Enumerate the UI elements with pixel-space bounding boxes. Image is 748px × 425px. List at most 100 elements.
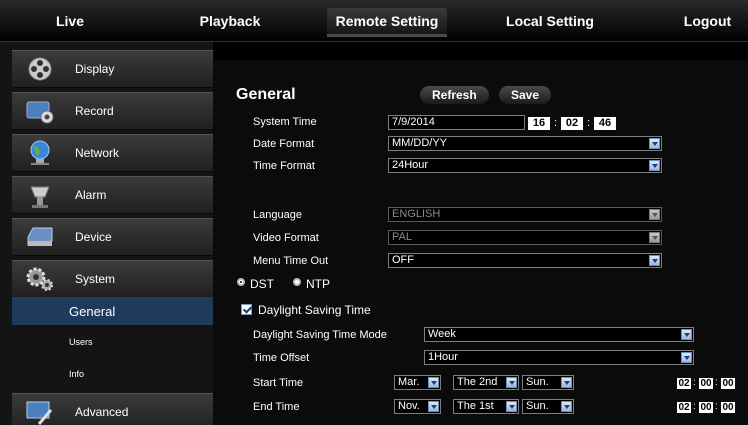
time-colon: : <box>693 401 696 412</box>
sidebar-item-system[interactable]: System <box>12 260 213 298</box>
time-colon: : <box>554 117 558 129</box>
start-time-hour[interactable]: 02 <box>677 378 691 389</box>
start-day-value: Sun. <box>526 376 549 388</box>
chevron-down-icon[interactable] <box>649 138 660 149</box>
sidebar-item-label: Display <box>75 62 115 76</box>
sidebar-item-advanced[interactable]: Advanced <box>12 393 213 425</box>
sidebar-item-display[interactable]: Display <box>12 50 213 88</box>
save-button[interactable]: Save <box>499 86 552 104</box>
daylight-saving-checkbox[interactable] <box>241 304 252 315</box>
video-format-select: PAL <box>388 230 662 245</box>
start-day-select[interactable]: Sun. <box>522 375 574 390</box>
tab-live[interactable]: Live <box>40 8 100 34</box>
language-value: ENGLISH <box>392 208 441 220</box>
end-time-second[interactable]: 00 <box>721 402 735 413</box>
time-colon: : <box>587 117 591 129</box>
start-month-value: Mar. <box>398 376 420 388</box>
end-week-value: The 1st <box>457 400 494 412</box>
end-month-select[interactable]: Nov. <box>394 399 441 414</box>
sidebar-item-device[interactable]: Device <box>12 218 213 256</box>
sidebar-item-label: Record <box>75 104 114 118</box>
dst-radio-label: DST <box>250 277 274 291</box>
sidebar-item-record[interactable]: Record <box>12 92 213 130</box>
menu-timeout-value: OFF <box>392 254 414 266</box>
end-time-minute[interactable]: 00 <box>699 402 713 413</box>
sidebar-subitem-users[interactable]: Users <box>12 328 213 356</box>
time-format-select[interactable]: 24Hour <box>388 158 662 173</box>
time-colon: : <box>715 401 718 412</box>
chevron-down-icon[interactable] <box>428 401 439 412</box>
end-time-hour[interactable]: 02 <box>677 402 691 413</box>
system-time-label: System Time <box>253 116 317 128</box>
main-content: General Refresh Save System Time 7/9/201… <box>213 42 748 425</box>
tab-remote-setting[interactable]: Remote Setting <box>327 8 447 37</box>
end-day-value: Sun. <box>526 400 549 412</box>
sidebar-subitem-label: General <box>69 304 116 319</box>
sidebar-subitem-label: Users <box>69 337 93 347</box>
chevron-down-icon[interactable] <box>506 377 517 388</box>
chevron-down-icon[interactable] <box>561 377 572 388</box>
daylight-saving-label: Daylight Saving Time <box>258 303 371 317</box>
alarm-siren-icon <box>30 186 50 208</box>
globe-network-icon <box>30 140 50 165</box>
sidebar-item-alarm[interactable]: Alarm <box>12 176 213 214</box>
dst-mode-value: Week <box>428 328 456 340</box>
dst-mode-label: Daylight Saving Time Mode <box>253 329 387 341</box>
tab-playback[interactable]: Playback <box>190 8 270 34</box>
sidebar-subitem-info[interactable]: Info <box>12 360 213 388</box>
film-reel-icon <box>28 57 52 81</box>
tab-local-setting[interactable]: Local Setting <box>495 8 605 34</box>
start-week-select[interactable]: The 2nd <box>453 375 519 390</box>
language-label: Language <box>253 209 302 221</box>
time-format-label: Time Format <box>253 160 315 172</box>
dst-mode-select[interactable]: Week <box>424 327 694 342</box>
chevron-down-icon[interactable] <box>649 255 660 266</box>
end-week-select[interactable]: The 1st <box>453 399 519 414</box>
chevron-down-icon[interactable] <box>506 401 517 412</box>
tab-logout[interactable]: Logout <box>675 8 740 34</box>
monitor-tools-icon <box>26 401 53 425</box>
dst-radio[interactable] <box>237 278 245 286</box>
menu-timeout-select[interactable]: OFF <box>388 253 662 268</box>
start-time-second[interactable]: 00 <box>721 378 735 389</box>
refresh-button[interactable]: Refresh <box>420 86 489 104</box>
start-time-minute[interactable]: 00 <box>699 378 713 389</box>
sidebar-subitem-general[interactable]: General <box>12 297 213 325</box>
time-offset-value: 1Hour <box>428 351 458 363</box>
system-time-minute[interactable]: 02 <box>561 117 583 130</box>
chevron-down-icon <box>649 232 660 243</box>
system-time-second[interactable]: 46 <box>594 117 616 130</box>
date-format-value: MM/DD/YY <box>392 137 447 149</box>
end-day-select[interactable]: Sun. <box>522 399 574 414</box>
start-month-select[interactable]: Mar. <box>394 375 441 390</box>
system-time-hour[interactable]: 16 <box>528 117 550 130</box>
chevron-down-icon[interactable] <box>428 377 439 388</box>
end-time-label: End Time <box>253 401 300 413</box>
camera-record-icon <box>26 101 54 124</box>
date-format-select[interactable]: MM/DD/YY <box>388 136 662 151</box>
time-colon: : <box>693 377 696 388</box>
sidebar-item-label: Device <box>75 230 112 244</box>
ntp-radio[interactable] <box>293 278 301 286</box>
video-format-label: Video Format <box>253 232 319 244</box>
system-date-field[interactable]: 7/9/2014 <box>388 115 525 130</box>
chevron-down-icon[interactable] <box>649 160 660 171</box>
language-select: ENGLISH <box>388 207 662 222</box>
hard-drive-icon <box>27 227 53 246</box>
start-week-value: The 2nd <box>457 376 498 388</box>
chevron-down-icon[interactable] <box>561 401 572 412</box>
chevron-down-icon <box>649 209 660 220</box>
sidebar-item-label: Network <box>75 146 120 160</box>
sidebar-item-label: System <box>75 272 116 286</box>
page-title: General <box>236 86 296 103</box>
sidebar-item-network[interactable]: Network <box>12 134 213 172</box>
time-colon: : <box>715 377 718 388</box>
time-offset-select[interactable]: 1Hour <box>424 350 694 365</box>
chevron-down-icon[interactable] <box>681 329 692 340</box>
gears-icon <box>26 267 53 291</box>
chevron-down-icon[interactable] <box>681 352 692 363</box>
time-offset-label: Time Offset <box>253 352 310 364</box>
video-format-value: PAL <box>392 231 412 243</box>
time-format-value: 24Hour <box>392 159 429 171</box>
menu-timeout-label: Menu Time Out <box>253 255 329 267</box>
